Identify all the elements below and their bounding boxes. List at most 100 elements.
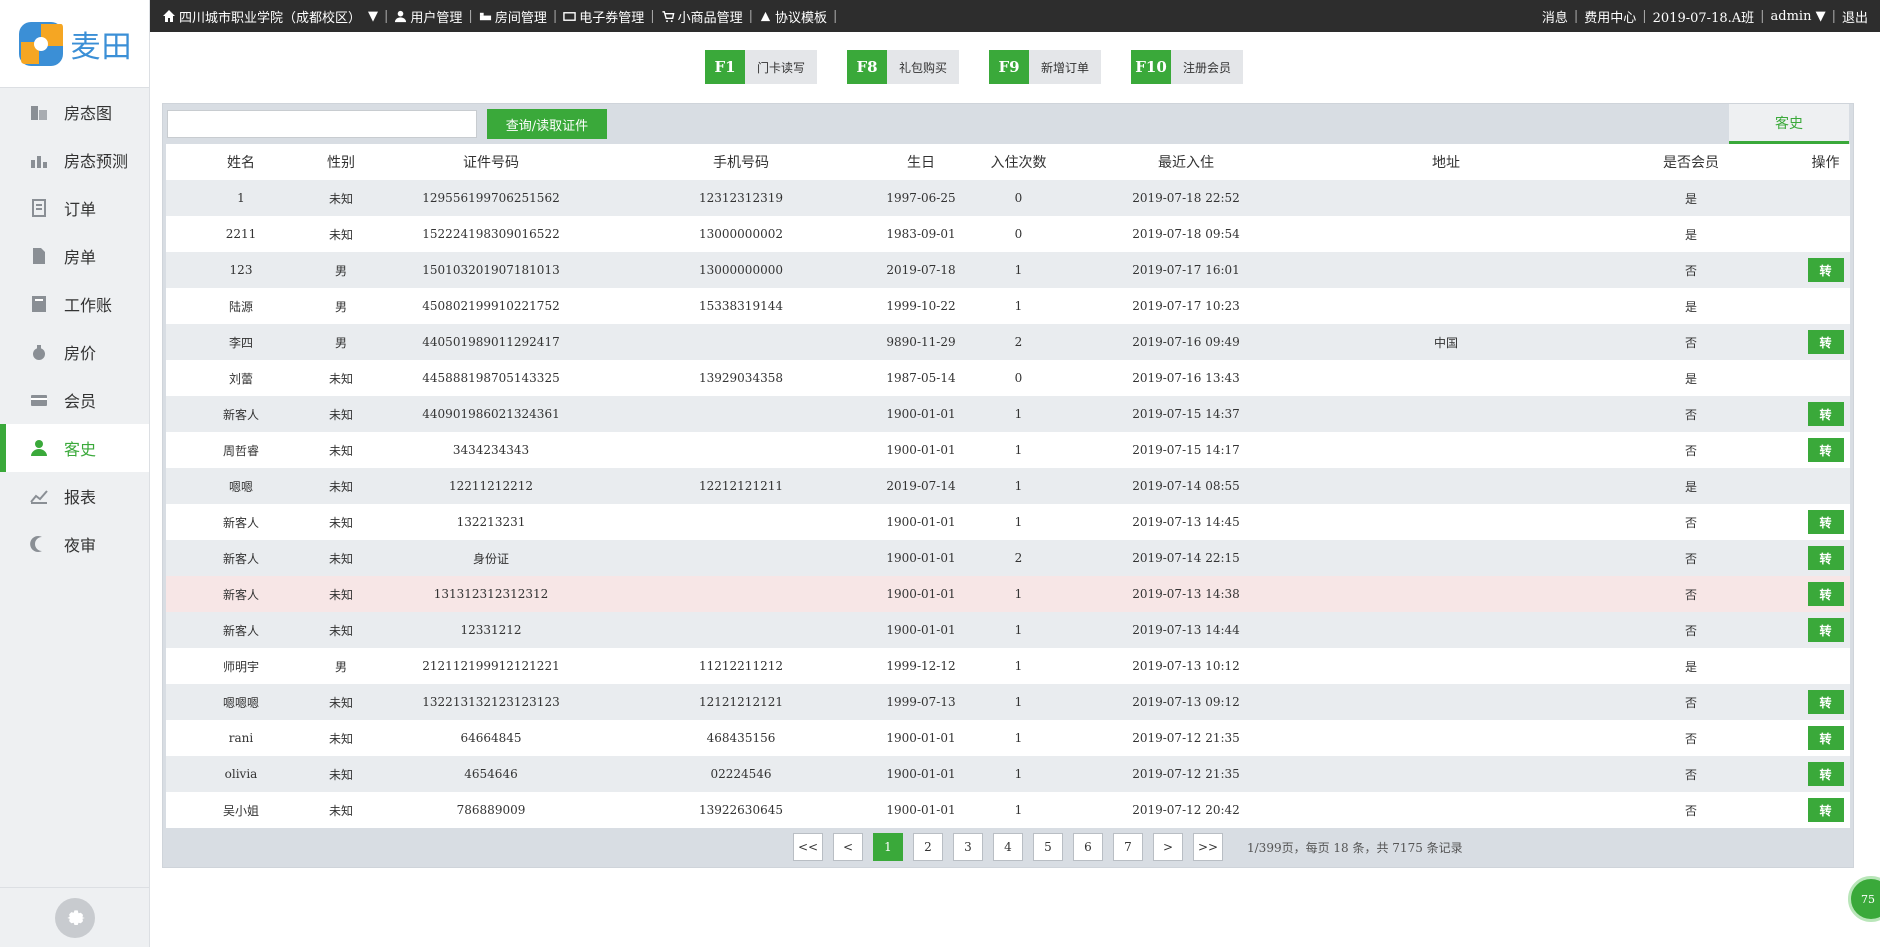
table-cell: 是 — [1581, 288, 1801, 324]
transfer-button[interactable]: 转 — [1807, 726, 1844, 750]
table-row[interactable]: 1 未知 129556199706251562 12312312319 1997-06-… — [166, 180, 1850, 216]
sidebar-item-7[interactable]: 客史 — [0, 424, 149, 472]
table-cell: 2019-07-14 08:55 — [1061, 468, 1311, 504]
table-row[interactable]: 陆源男 450802199910221752 15338319144 1999-10-… — [166, 288, 1850, 324]
table-row[interactable]: 刘蕾 未知 445888198705143325 13929034358 1987-05… — [166, 360, 1850, 396]
transfer-button[interactable]: 转 — [1807, 762, 1844, 786]
table-row[interactable]: 2211 未知 152224198309016522 13000000002 1983-… — [166, 216, 1850, 252]
transfer-button[interactable]: 转 — [1807, 546, 1844, 570]
table-row[interactable]: 新客人 未知 131312312312312 1900-01-01 1 2019-07-1… — [166, 576, 1850, 612]
hotel-name: 四川城市职业学院（成都校区） — [179, 10, 362, 26]
table-cell: 师明宇 — [166, 648, 316, 684]
page-button[interactable]: 1 — [873, 833, 903, 861]
sidebar-item-8[interactable]: 报表 — [0, 472, 149, 520]
transfer-button[interactable]: 转 — [1807, 618, 1844, 642]
query-read-id-button[interactable]: 查询/读取证件 — [487, 109, 607, 139]
page-button[interactable]: 3 — [953, 833, 983, 861]
table-row[interactable]: 新客人 未知 132213231 1900-01-01 1 2019-07-13 14:4… — [166, 504, 1850, 540]
sidebar-item-6[interactable]: 会员 — [0, 376, 149, 424]
sidebar-item-2[interactable]: 订单 — [0, 184, 149, 232]
shortcut-f1-button[interactable]: F1 门卡读写 — [705, 50, 818, 84]
table-cell: 1900-01-01 — [866, 756, 976, 792]
sidebar-item-1[interactable]: 房态预测 — [0, 136, 149, 184]
page-button[interactable]: 2 — [913, 833, 943, 861]
action-cell: 转 — [1801, 612, 1850, 648]
table-cell: 212112199912121221 — [366, 648, 616, 684]
page-button[interactable]: 7 — [1113, 833, 1143, 861]
table-row[interactable]: 新客人 未知 440901986021324361 1900-01-01 1 2019-0… — [166, 396, 1850, 432]
table-row[interactable]: 吴小姐 未知 786889009 13922630645 1900-01-01 1 2019… — [166, 792, 1850, 828]
table-cell — [1311, 288, 1581, 324]
coupon-management-link[interactable]: 电子券管理 — [563, 7, 644, 26]
page-button[interactable]: << — [793, 833, 823, 861]
table-cell: 1 — [976, 684, 1061, 720]
logout-link[interactable]: 退出 — [1842, 7, 1868, 26]
table-row[interactable]: 123 男 150103201907181013 13000000000 2019-07… — [166, 252, 1850, 288]
shortcut-f8-button[interactable]: F8 礼包购买 — [847, 50, 960, 84]
table-cell — [1311, 576, 1581, 612]
sidebar-item-4[interactable]: 工作账 — [0, 280, 149, 328]
page-button[interactable]: 5 — [1033, 833, 1063, 861]
page-button[interactable]: 4 — [993, 833, 1023, 861]
page-button[interactable]: < — [833, 833, 863, 861]
sidebar-footer — [0, 887, 150, 947]
table-row[interactable]: 新客人 未知 12331212 1900-01-01 1 2019-07-13 14:44… — [166, 612, 1850, 648]
transfer-button[interactable]: 转 — [1807, 582, 1844, 606]
table-row[interactable]: olivia 未知 4654646 02224546 1900-01-01 1 2019-0… — [166, 756, 1850, 792]
table-cell: 64664845 — [366, 720, 616, 756]
transfer-button[interactable]: 转 — [1807, 690, 1844, 714]
transfer-button[interactable]: 转 — [1807, 510, 1844, 534]
table-row[interactable]: 新客人 未知 身份证 1900-01-01 2 2019-07-14 22:15 否转 — [166, 540, 1850, 576]
transfer-button[interactable]: 转 — [1807, 438, 1844, 462]
table-cell — [1311, 360, 1581, 396]
transfer-button[interactable]: 转 — [1807, 402, 1844, 426]
table-row[interactable]: 嗯嗯嗯 未知 132213132123123123 12121212121 1999-0… — [166, 684, 1850, 720]
page-button[interactable]: > — [1153, 833, 1183, 861]
table-row[interactable]: 嗯嗯 未知 12211212212 12212121211 2019-07-14 1 201… — [166, 468, 1850, 504]
transfer-button[interactable]: 转 — [1807, 798, 1844, 822]
table-row[interactable]: 李四男 440501989011292417 9890-11-29 2 2019-07-… — [166, 324, 1850, 360]
room-management-link[interactable]: 房间管理 — [479, 7, 547, 26]
fee-center-link[interactable]: 费用中心 — [1584, 7, 1636, 26]
search-input[interactable] — [167, 110, 477, 138]
table-row[interactable]: rani 未知 64664845 468435156 1900-01-01 1 2019-0… — [166, 720, 1850, 756]
hotel-selector[interactable]: 四川城市职业学院（成都校区） ▼ — [162, 7, 378, 26]
transfer-button[interactable]: 转 — [1807, 330, 1844, 354]
page-button[interactable]: >> — [1193, 833, 1223, 861]
table-row[interactable]: 周哲睿 未知 3434234343 1900-01-01 1 2019-07-15 14:… — [166, 432, 1850, 468]
shortcut-f10-button[interactable]: F10 注册会员 — [1131, 50, 1244, 84]
sidebar-item-3[interactable]: 房单 — [0, 232, 149, 280]
action-cell — [1801, 360, 1850, 396]
table-row[interactable]: 师明宇男 212112199912121221 11212211212 1999-12… — [166, 648, 1850, 684]
agreement-template-link[interactable]: 协议模板 — [759, 7, 827, 26]
action-cell — [1801, 648, 1850, 684]
floating-badge[interactable]: 75 — [1848, 876, 1880, 922]
table-cell: 2019-07-12 21:35 — [1061, 756, 1311, 792]
tab-guest-history[interactable]: 客史 — [1729, 104, 1849, 144]
user-management-link[interactable]: 用户管理 — [394, 7, 462, 26]
shortcut-f9-button[interactable]: F9 新增订单 — [989, 50, 1102, 84]
table-cell: 周哲睿 — [166, 432, 316, 468]
user-menu[interactable]: admin ▼ — [1771, 9, 1826, 24]
action-cell: 转 — [1801, 504, 1850, 540]
table-cell: 未知 — [316, 360, 366, 396]
gear-icon[interactable] — [55, 897, 95, 938]
pagination: << <1 2 3 4 5 6 7 > >> 1/399页，每页 18 条，共 7175 条记录 — [163, 828, 1853, 866]
shortcut-key: F10 — [1131, 50, 1172, 84]
sidebar-item-0[interactable]: 房态图 — [0, 88, 149, 136]
table-cell: 未知 — [316, 720, 366, 756]
page-button[interactable]: 6 — [1073, 833, 1103, 861]
sidebar-item-5[interactable]: 房价 — [0, 328, 149, 376]
table-cell: 是 — [1581, 180, 1801, 216]
document-icon — [28, 245, 50, 267]
logo-text: 麦田 — [70, 29, 133, 65]
table-cell: 1900-01-01 — [866, 432, 976, 468]
messages-link[interactable]: 消息 — [1542, 7, 1568, 26]
table-cell: 1 — [976, 396, 1061, 432]
transfer-button[interactable]: 转 — [1807, 258, 1844, 282]
sidebar-item-9[interactable]: 夜审 — [0, 520, 149, 568]
goods-management-link[interactable]: 小商品管理 — [661, 7, 743, 26]
table-cell: 是 — [1581, 360, 1801, 396]
action-cell: 转 — [1801, 252, 1850, 288]
action-cell: 转 — [1801, 756, 1850, 792]
